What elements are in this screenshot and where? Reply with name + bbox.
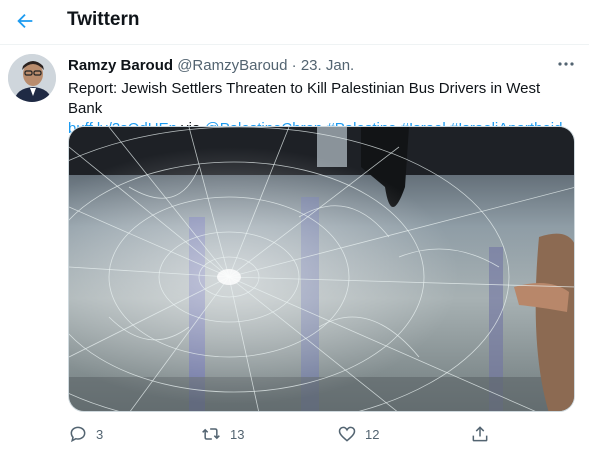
retweet-button[interactable]: 13 bbox=[200, 418, 244, 450]
retweet-count: 13 bbox=[230, 426, 245, 442]
share-button[interactable] bbox=[470, 418, 490, 450]
like-count: 12 bbox=[365, 426, 380, 442]
reply-icon bbox=[70, 426, 86, 443]
retweet-icon bbox=[202, 428, 220, 440]
arrow-left-icon bbox=[17, 13, 33, 29]
heart-icon bbox=[338, 426, 356, 442]
share-icon bbox=[472, 426, 488, 442]
separator: · bbox=[291, 57, 297, 74]
tweet-actions: 3 13 12 bbox=[60, 418, 580, 450]
more-button[interactable] bbox=[556, 56, 576, 72]
shattered-windshield-image bbox=[69, 127, 574, 411]
like-button[interactable]: 12 bbox=[337, 418, 379, 450]
author-handle[interactable]: @RamzyBaroud bbox=[177, 57, 287, 74]
page-title: Twittern bbox=[67, 9, 140, 30]
more-dots-icon bbox=[558, 62, 574, 66]
reply-button[interactable]: 3 bbox=[68, 418, 103, 450]
tweet-body: Report: Jewish Settlers Threaten to Kill… bbox=[68, 80, 541, 117]
author-name[interactable]: Ramzy Baroud bbox=[68, 57, 173, 74]
avatar[interactable] bbox=[8, 54, 56, 102]
tweet-date[interactable]: 23. Jan. bbox=[301, 57, 354, 74]
tweet-header: Ramzy Baroud @RamzyBaroud · 23. Jan. bbox=[68, 57, 354, 74]
tweet-image[interactable] bbox=[68, 126, 575, 412]
reply-count: 3 bbox=[96, 426, 104, 442]
back-button[interactable] bbox=[10, 6, 40, 36]
avatar-image bbox=[8, 54, 56, 102]
top-bar: Twittern bbox=[0, 0, 589, 45]
